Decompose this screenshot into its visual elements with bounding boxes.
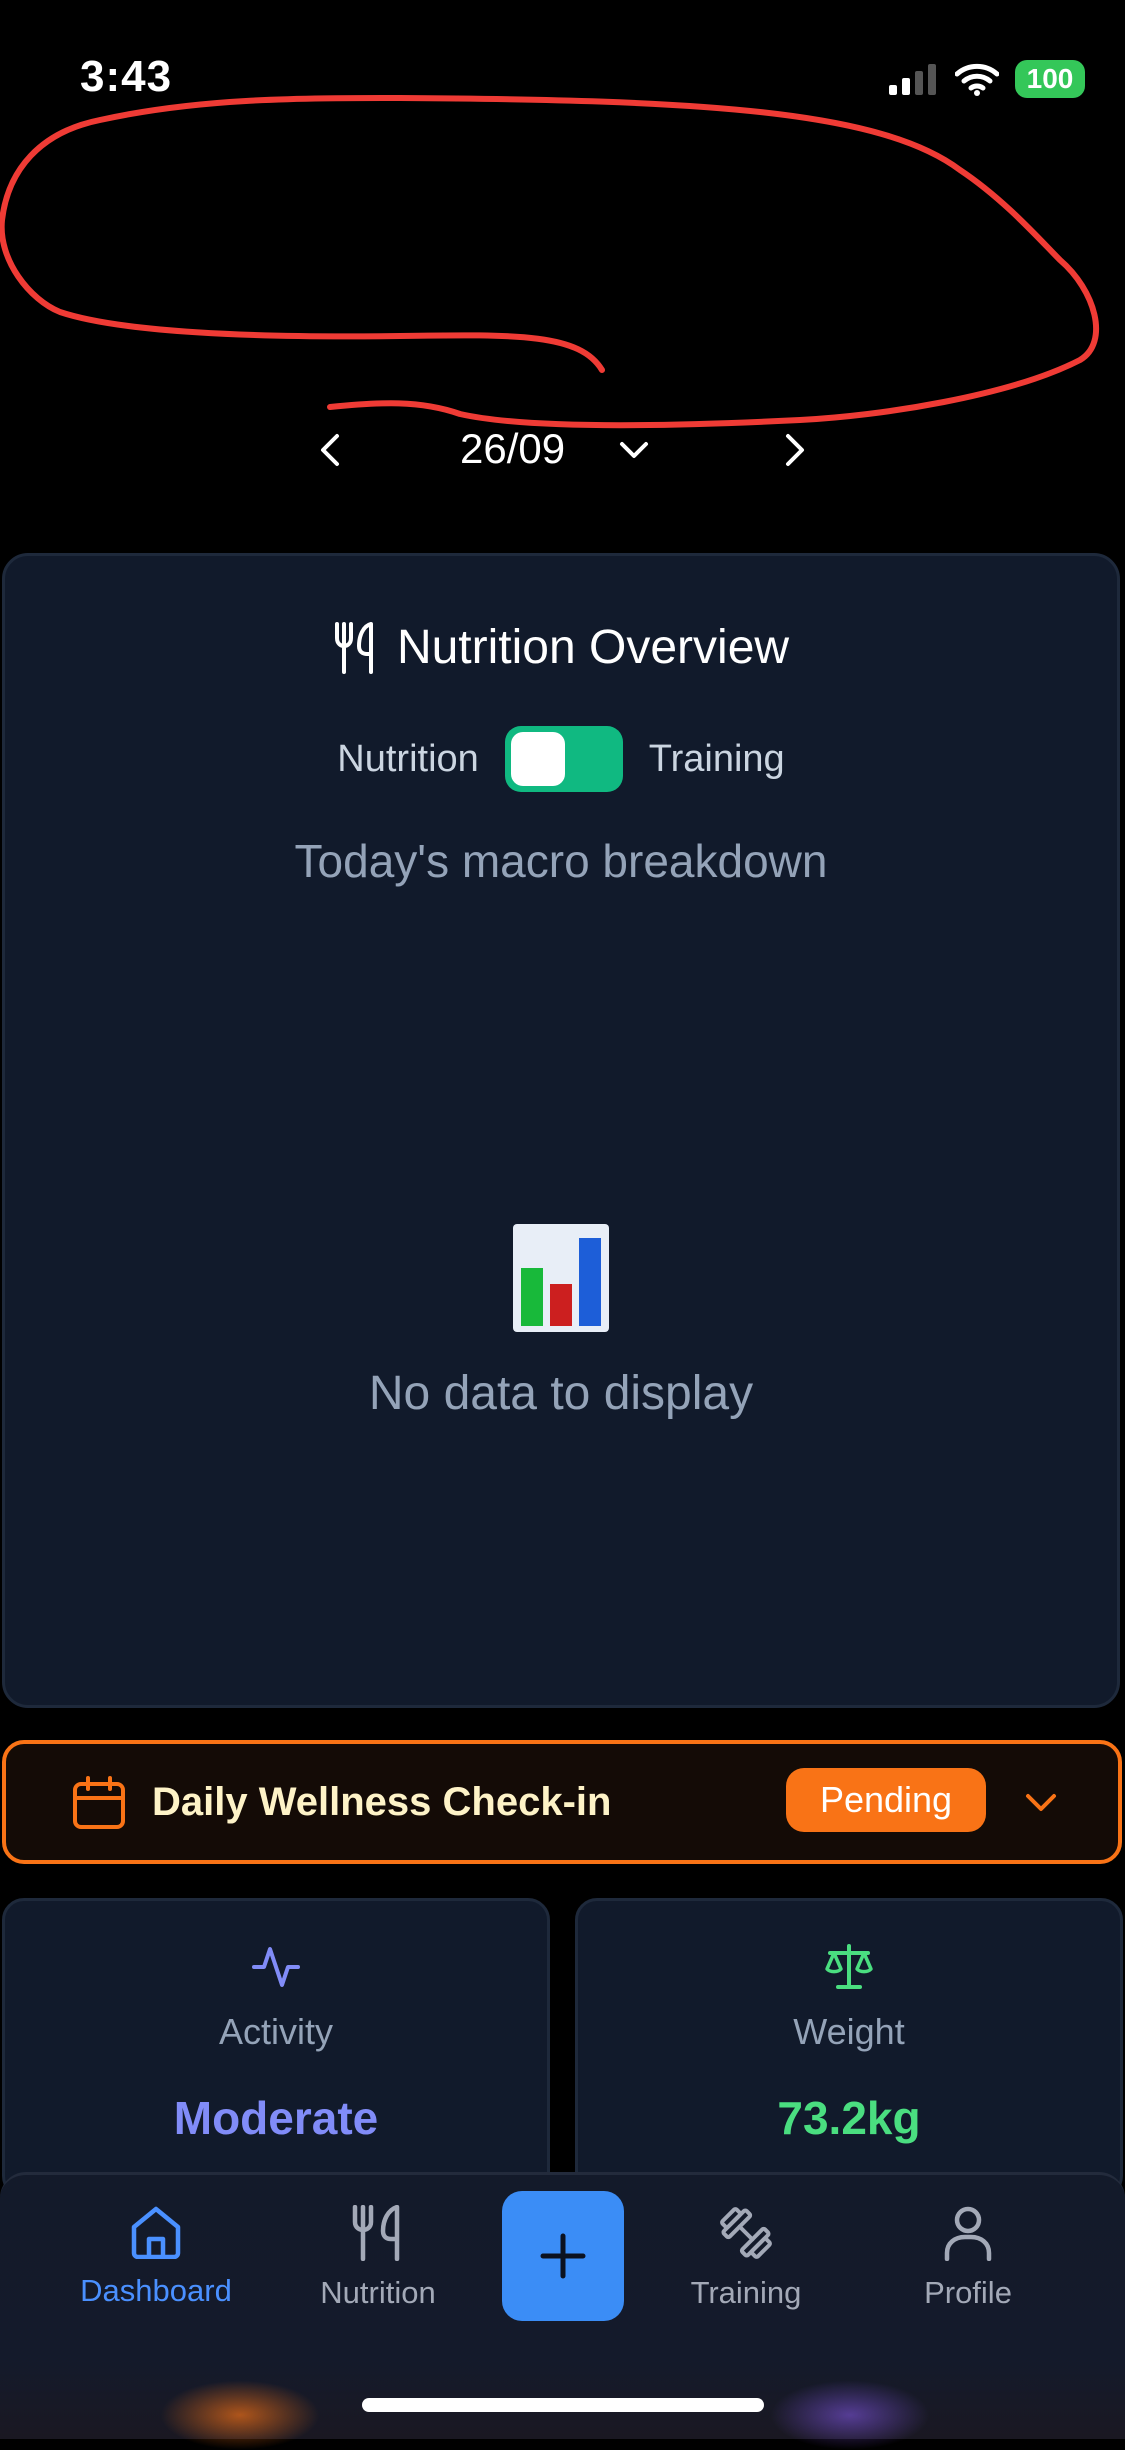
activity-icon-wrap — [5, 1943, 547, 1991]
utensils-icon — [352, 2205, 400, 2261]
status-indicators: 100 — [887, 60, 1085, 98]
overview-card: Nutrition Overview Nutrition Training To… — [2, 553, 1120, 1708]
chevron-down-icon — [620, 442, 648, 458]
bar-chart-icon — [513, 1224, 609, 1332]
tab-training-label: Training — [690, 2275, 802, 2310]
status-badge: Pending — [786, 1768, 986, 1832]
current-date-label[interactable]: 26/09 — [460, 425, 565, 473]
checkin-title: Daily Wellness Check-in — [152, 1780, 612, 1824]
dumbbell-icon — [720, 2207, 772, 2259]
tab-nutrition-label: Nutrition — [320, 2275, 436, 2310]
date-navigator: 26/09 — [0, 420, 1125, 480]
status-time: 3:43 — [80, 52, 173, 101]
toggle-knob — [510, 732, 565, 786]
chevron-left-icon — [321, 434, 339, 466]
card-title: Nutrition Overview — [5, 620, 1117, 675]
weight-icon-wrap — [578, 1943, 1120, 1991]
annotation-scribble — [0, 94, 1099, 429]
weight-card[interactable]: Weight 73.2kg — [575, 1898, 1123, 2198]
card-subtitle: Today's macro breakdown — [294, 835, 828, 887]
utensils-icon — [334, 621, 373, 674]
tab-nutrition[interactable]: Nutrition — [278, 2205, 478, 2311]
activity-card[interactable]: Activity Moderate — [2, 1898, 550, 2198]
toggle-label-nutrition[interactable]: Nutrition — [337, 738, 479, 781]
previous-day-button[interactable] — [310, 420, 350, 480]
calendar-icon — [73, 1776, 125, 1829]
empty-state-text: No data to display — [368, 1367, 754, 1420]
activity-label: Activity — [218, 2011, 333, 2052]
tab-training[interactable]: Training — [646, 2205, 846, 2311]
wellness-checkin-bar[interactable]: Daily Wellness Check-in Pending — [2, 1740, 1122, 1864]
add-button[interactable] — [502, 2191, 624, 2321]
mode-toggle-switch[interactable] — [504, 726, 623, 792]
next-day-button[interactable] — [775, 420, 815, 480]
scale-icon — [825, 1944, 873, 1989]
date-picker-toggle[interactable] — [614, 430, 654, 470]
activity-value: Moderate — [173, 2092, 379, 2144]
decorative-glow — [160, 2380, 320, 2450]
decorative-glow — [770, 2380, 930, 2450]
card-title-text: Nutrition Overview — [396, 621, 790, 674]
tab-profile-label: Profile — [924, 2275, 1012, 2310]
weight-label: Weight — [793, 2011, 905, 2052]
tab-dashboard-label: Dashboard — [80, 2273, 232, 2308]
activity-icon — [252, 1947, 300, 1987]
home-indicator[interactable] — [362, 2398, 764, 2412]
chevron-down-icon[interactable] — [1016, 1780, 1066, 1824]
tab-dashboard[interactable]: Dashboard — [56, 2205, 256, 2309]
battery-indicator: 100 — [1015, 60, 1085, 98]
user-icon — [944, 2206, 992, 2261]
plus-icon — [540, 2233, 586, 2279]
tab-profile[interactable]: Profile — [868, 2205, 1068, 2311]
home-icon — [131, 2206, 181, 2259]
chevron-right-icon — [786, 434, 804, 466]
weight-value: 73.2kg — [777, 2092, 921, 2144]
signal-icon — [889, 64, 936, 95]
wifi-icon — [955, 63, 999, 96]
toggle-label-training[interactable]: Training — [649, 738, 785, 781]
mode-toggle-row: Nutrition Training — [5, 726, 1117, 792]
